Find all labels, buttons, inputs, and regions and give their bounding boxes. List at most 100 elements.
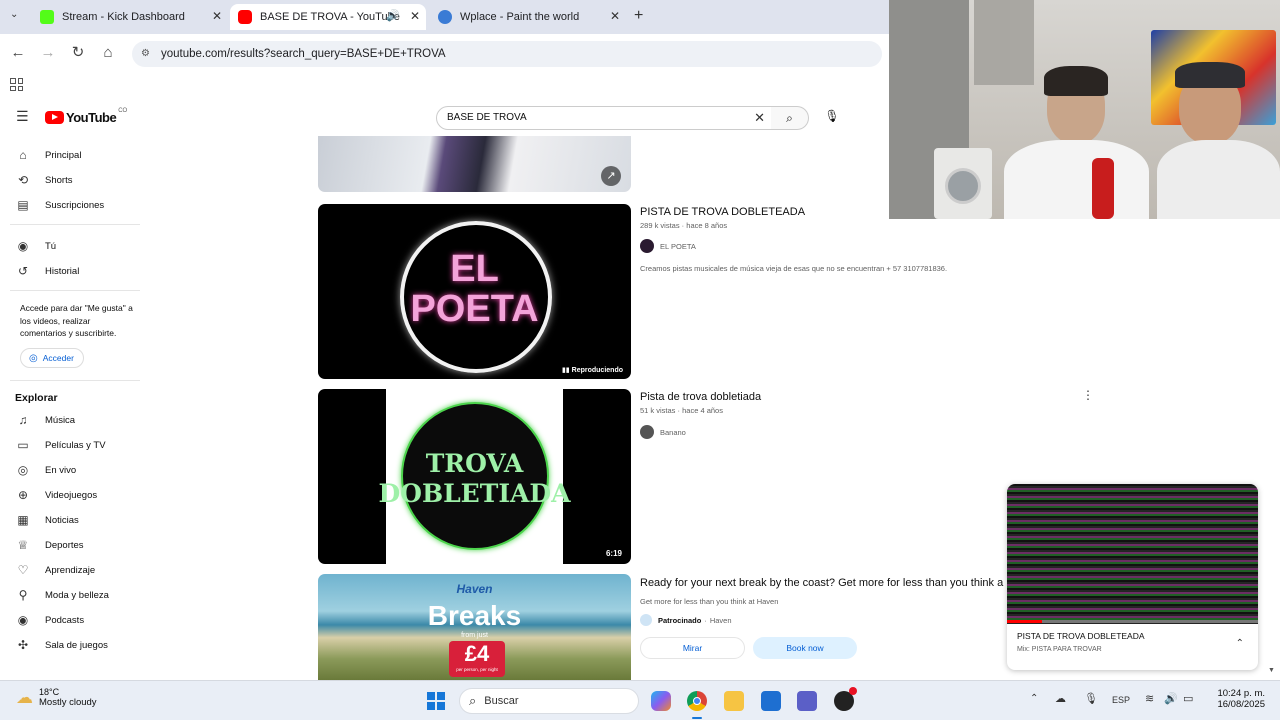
video-thumbnail-partial[interactable]: ↗: [318, 136, 631, 192]
audio-playing-icon[interactable]: 🔊: [386, 9, 400, 22]
scroll-down-arrow[interactable]: ▼: [1268, 667, 1275, 674]
tab-title: Wplace - Paint the world: [460, 11, 580, 23]
sidebar-item-label: Tú: [45, 240, 57, 252]
address-bar[interactable]: ⚙ youtube.com/results?search_query=BASE+…: [132, 41, 882, 67]
close-tab-icon[interactable]: ✕: [610, 9, 620, 23]
video-duration: 6:19: [602, 548, 625, 559]
clock-date: 16/08/2025: [1217, 699, 1265, 710]
sidebar-item-label: Música: [45, 414, 76, 426]
forward-button[interactable]: →: [37, 42, 59, 64]
sidebar-divider: [10, 224, 140, 225]
sidebar-item-tu[interactable]: ◉ Tú: [0, 234, 140, 258]
music-icon: ♫: [18, 413, 28, 427]
tab-wplace[interactable]: Wplace - Paint the world ✕: [430, 4, 626, 30]
channel-link[interactable]: Banano: [640, 425, 686, 439]
kick-icon: [40, 10, 54, 24]
menu-icon[interactable]: ☰: [16, 108, 29, 125]
language-indicator[interactable]: ESP: [1112, 695, 1130, 705]
search-button[interactable]: ⌕: [771, 106, 809, 130]
sidebar-item-moda[interactable]: ⚲ Moda y belleza: [0, 583, 140, 607]
channel-avatar: [640, 425, 654, 439]
weather-widget[interactable]: ☁ 18°C Mostly cloudy: [16, 687, 97, 708]
copilot-icon[interactable]: [651, 691, 671, 711]
video-thumbnail[interactable]: EL POETA ▮▮ Reproduciendo: [318, 204, 631, 379]
signin-button[interactable]: ◎ Acceder: [20, 348, 84, 368]
reload-button[interactable]: ↻: [67, 42, 89, 64]
sidebar-item-podcasts[interactable]: ◉ Podcasts: [0, 608, 140, 632]
miniplayer[interactable]: PISTA DE TROVA DOBLETEADA Mix: PISTA PAR…: [1007, 484, 1258, 670]
back-button[interactable]: ←: [7, 42, 29, 64]
clear-search-icon[interactable]: ✕: [754, 107, 765, 129]
new-tab-button[interactable]: +: [634, 7, 643, 25]
thumbnail-text: TROVA: [425, 449, 524, 478]
sidebar-item-noticias[interactable]: ▦ Noticias: [0, 508, 140, 532]
ad-thumbnail[interactable]: Haven Breaks from just £4 per person, pe…: [318, 574, 631, 680]
sidebar-item-label: Noticias: [45, 514, 79, 526]
site-info-icon[interactable]: ⚙: [141, 41, 150, 67]
sidebar-item-videojuegos[interactable]: ⊕ Videojuegos: [0, 483, 140, 507]
separator: ·: [704, 615, 707, 625]
video-title[interactable]: Pista de trova dobletiada: [640, 391, 761, 403]
voice-search-icon[interactable]: 🎙: [824, 109, 840, 125]
channel-link[interactable]: EL POETA: [640, 239, 696, 253]
chrome-icon[interactable]: [687, 691, 707, 711]
battery-icon[interactable]: ▭: [1183, 692, 1193, 705]
sidebar-item-historial[interactable]: ↺ Historial: [0, 259, 140, 283]
movies-icon: ▭: [17, 438, 29, 452]
close-tab-icon[interactable]: ✕: [212, 9, 222, 23]
sidebar-item-deportes[interactable]: ♕ Deportes: [0, 533, 140, 557]
clock[interactable]: 10:24 p. m. 16/08/2025: [1210, 688, 1265, 710]
learning-icon: ♡: [17, 563, 29, 577]
live-icon: ◎: [17, 463, 29, 477]
sidebar-item-suscripciones[interactable]: ▤ Suscripciones: [0, 193, 140, 217]
more-actions-icon[interactable]: ⋮: [1082, 388, 1094, 402]
sidebar-item-label: Moda y belleza: [45, 589, 109, 601]
apps-grid-icon[interactable]: [10, 78, 23, 91]
sidebar-item-label: Películas y TV: [45, 439, 106, 451]
home-button[interactable]: ⌂: [97, 42, 119, 64]
globe-icon: [438, 10, 452, 24]
tray-overflow-icon[interactable]: ⌃: [1030, 693, 1038, 704]
sidebar-item-en-vivo[interactable]: ◎ En vivo: [0, 458, 140, 482]
watch-button[interactable]: Mirar: [640, 637, 745, 659]
start-button[interactable]: [427, 692, 445, 710]
search-input[interactable]: BASE DE TROVA ✕: [436, 106, 772, 130]
search-icon: ⌕: [786, 111, 793, 125]
browser-toolbar: ← → ↻ ⌂ ⚙ youtube.com/results?search_que…: [0, 34, 889, 72]
bookmarks-bar: [0, 72, 889, 100]
sidebar-item-aprendizaje[interactable]: ♡ Aprendizaje: [0, 558, 140, 582]
expand-icon[interactable]: ⌃: [1236, 638, 1244, 649]
taskbar-search[interactable]: ⌕ Buscar: [459, 688, 639, 714]
ad-price-badge: £4 per person, per night: [449, 641, 505, 677]
video-title[interactable]: PISTA DE TROVA DOBLETEADA: [640, 206, 805, 218]
close-tab-icon[interactable]: ✕: [410, 9, 420, 23]
sidebar-divider: [10, 380, 140, 381]
sidebar-item-peliculas[interactable]: ▭ Películas y TV: [0, 433, 140, 457]
gaming-icon: ⊕: [17, 488, 29, 502]
sidebar-item-shorts[interactable]: ⟲ Shorts: [0, 168, 140, 192]
video-thumbnail[interactable]: TROVA DOBLETIADA 6:19: [318, 389, 631, 564]
weather-desc: Mostly cloudy: [39, 697, 97, 708]
sidebar-item-musica[interactable]: ♫ Música: [0, 408, 140, 432]
teams-icon[interactable]: [797, 691, 817, 711]
obs-icon[interactable]: [834, 687, 857, 711]
youtube-logo[interactable]: YouTube CO: [45, 108, 127, 125]
sidebar-item-sala-de-juegos[interactable]: ✣ Sala de juegos: [0, 633, 140, 657]
wifi-icon[interactable]: ≋: [1145, 692, 1154, 705]
ad-per: per person, per night: [456, 667, 498, 672]
tab-search-button[interactable]: ⌄: [10, 9, 18, 20]
volume-icon[interactable]: 🔊: [1164, 692, 1178, 705]
sidebar-item-principal[interactable]: ⌂ Principal: [0, 143, 140, 167]
miniplayer-progress[interactable]: [1007, 620, 1258, 623]
ad-title[interactable]: Ready for your next break by the coast? …: [640, 577, 1008, 589]
file-explorer-icon[interactable]: [724, 691, 744, 711]
tab-kick-dashboard[interactable]: Stream - Kick Dashboard ✕: [32, 4, 228, 30]
store-icon[interactable]: [761, 691, 781, 711]
microphone-icon[interactable]: 🎙: [1084, 692, 1098, 705]
windows-taskbar: ☁ 18°C Mostly cloudy ⌕ Buscar ⌃ ☁ 🎙 ESP …: [0, 680, 1280, 720]
tab-youtube[interactable]: BASE DE TROVA - YouTube 🔊 ✕: [230, 4, 426, 30]
podcast-icon: ◉: [17, 613, 29, 627]
book-now-button[interactable]: Book now: [753, 637, 857, 659]
miniplayer-video[interactable]: [1007, 484, 1258, 624]
onedrive-icon[interactable]: ☁: [1055, 692, 1066, 705]
